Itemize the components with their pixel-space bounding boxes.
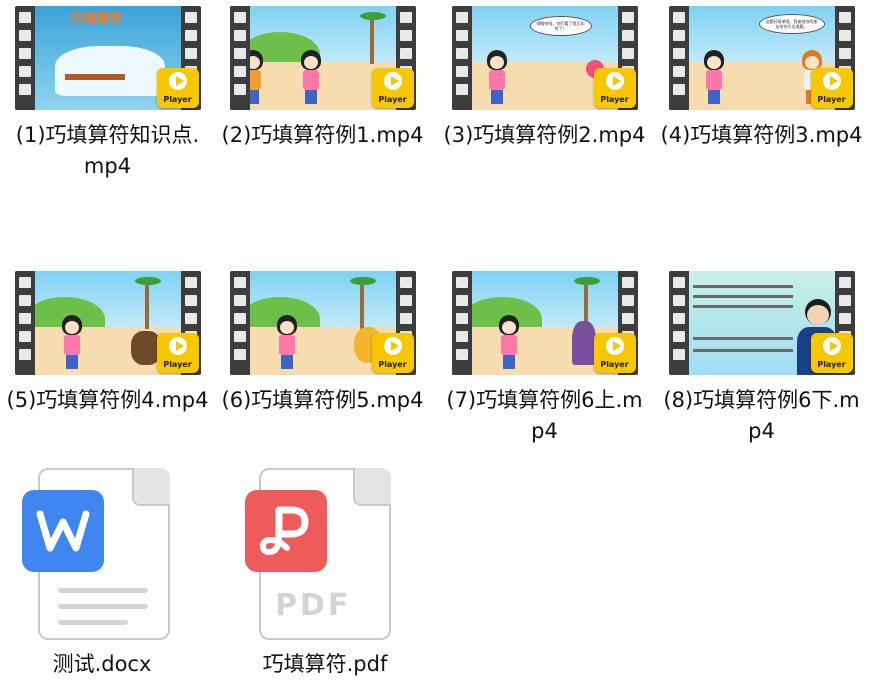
file-tile[interactable]: PDF 巧填算符.pdf <box>215 460 430 685</box>
file-tile[interactable]: Player (5)巧填算符例4.mp4 <box>0 265 215 416</box>
pdf-badge <box>245 490 327 572</box>
file-label[interactable]: (4)巧填算符例3.mp4 <box>654 120 869 151</box>
thumb-title: 巧填算符 <box>70 12 123 27</box>
speech-bubble: 嘀嗒哈啦，你们看了我又如何了！ <box>529 16 592 36</box>
video-thumbnail: Player <box>229 6 416 110</box>
file-label[interactable]: (5)巧填算符例4.mp4 <box>0 385 215 416</box>
video-thumbnail: Player <box>14 271 201 375</box>
play-badge[interactable]: Player <box>371 68 414 108</box>
file-label[interactable]: (1)巧填算符知识点.mp4 <box>0 120 215 182</box>
video-thumbnail: 这题好简单哦，我来给你的朋友给你引出道题。 Player <box>668 6 855 110</box>
play-badge[interactable]: Player <box>156 68 199 108</box>
file-label[interactable]: (8)巧填算符例6下.mp4 <box>654 385 869 447</box>
file-tile[interactable]: 巧填算符 Player (1)巧填算符知识点.mp4 <box>0 0 215 182</box>
video-thumbnail: 巧填算符 Player <box>14 6 201 110</box>
file-tile[interactable]: 测试.docx <box>0 460 215 685</box>
video-thumbnail: Player <box>451 271 638 375</box>
filmstrip-left <box>14 6 35 110</box>
file-label[interactable]: 巧填算符.pdf <box>225 648 425 678</box>
play-badge[interactable]: Player <box>371 333 414 373</box>
play-badge[interactable]: Player <box>593 333 636 373</box>
play-badge[interactable]: Player <box>593 68 636 108</box>
play-badge[interactable]: Player <box>156 333 199 373</box>
file-label[interactable]: (3)巧填算符例2.mp4 <box>437 120 652 151</box>
file-tile[interactable]: Player (2)巧填算符例1.mp4 <box>215 0 430 151</box>
word-badge <box>22 490 104 572</box>
video-thumbnail: Player <box>668 271 855 375</box>
file-label[interactable]: (7)巧填算符例6上.mp4 <box>437 385 652 447</box>
file-tile[interactable]: 嘀嗒哈啦，你们看了我又如何了！ Player (3)巧填算符例2.mp4 <box>437 0 652 151</box>
video-thumbnail: Player <box>229 271 416 375</box>
file-tile[interactable]: Player (6)巧填算符例5.mp4 <box>215 265 430 416</box>
play-badge[interactable]: Player <box>810 333 853 373</box>
play-badge[interactable]: Player <box>810 68 853 108</box>
file-tile[interactable]: Player (7)巧填算符例6上.mp4 <box>437 265 652 447</box>
video-thumbnail: 嘀嗒哈啦，你们看了我又如何了！ Player <box>451 6 638 110</box>
file-tile[interactable]: 这题好简单哦，我来给你的朋友给你引出道题。 Player (4)巧填算符例3.m… <box>654 0 869 151</box>
file-tile[interactable]: Player (8)巧填算符例6下.mp4 <box>654 265 869 447</box>
file-label[interactable]: (2)巧填算符例1.mp4 <box>215 120 430 151</box>
file-label[interactable]: 测试.docx <box>2 648 202 678</box>
pdf-watermark: PDF <box>275 588 352 623</box>
speech-bubble: 这题好简单哦，我来给你的朋友给你引出道题。 <box>758 14 825 34</box>
file-label[interactable]: (6)巧填算符例5.mp4 <box>215 385 430 416</box>
